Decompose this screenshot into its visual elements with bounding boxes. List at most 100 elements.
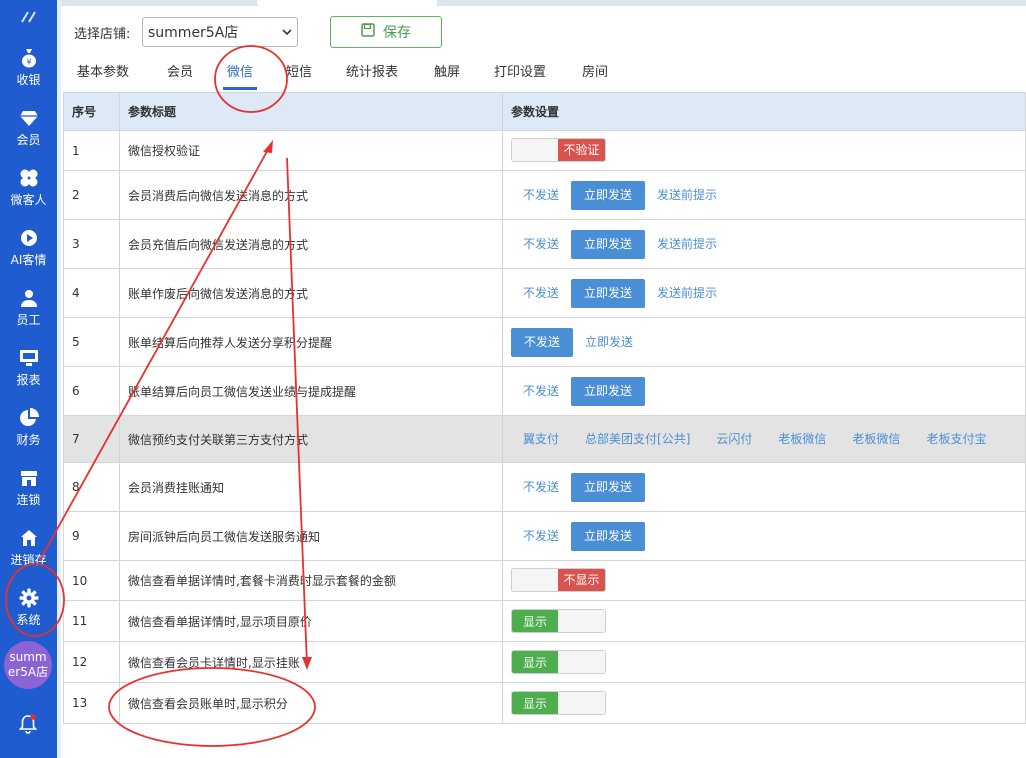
option-group: 不发送 立即发送 (511, 327, 1017, 357)
option-button[interactable]: 立即发送 (571, 229, 646, 259)
sidebar-item-cashier[interactable]: ¥ 收银 (0, 38, 57, 98)
option-button[interactable]: 立即发送 (571, 521, 646, 551)
table-row: 6 账单结算后向员工微信发送业绩与提成提醒 不发送 立即发送 (63, 366, 1026, 416)
option-button[interactable]: 老板支付宝 (914, 425, 998, 454)
sidebar-item-staff[interactable]: 员工 (0, 278, 57, 338)
setting-toggle[interactable]: 显示 (511, 691, 606, 715)
option-button[interactable]: 立即发送 (571, 180, 646, 210)
tab-sms[interactable]: 短信 (286, 56, 312, 90)
option-button[interactable]: 不发送 (511, 230, 571, 259)
row-title: 账单结算后向员工微信发送业绩与提成提醒 (119, 366, 503, 416)
toggle-knob (558, 610, 605, 632)
option-button[interactable]: 立即发送 (571, 472, 646, 502)
row-setting: 不发送 立即发送 发送前提示 (502, 268, 1026, 318)
option-button[interactable]: 不发送 (511, 327, 574, 357)
table-row: 12 微信查看会员卡详情时,显示挂账 显示 (63, 641, 1026, 683)
option-button[interactable]: 立即发送 (573, 328, 645, 357)
row-setting: 不发送 立即发送 (502, 317, 1026, 367)
store-select[interactable]: summer5A店 (142, 17, 298, 47)
save-icon (361, 23, 375, 41)
sidebar-item-inventory[interactable]: 进销存 (0, 518, 57, 578)
sidebar-item-label: 财务 (16, 433, 41, 447)
row-number: 8 (63, 462, 120, 512)
bell-icon[interactable] (16, 712, 40, 736)
sidebar-item-finance[interactable]: 财务 (0, 398, 57, 458)
option-button[interactable]: 不发送 (511, 181, 571, 210)
table-row: 3 会员充值后向微信发送消息的方式 不发送 立即发送 发送前提示 (63, 219, 1026, 269)
table-row: 2 会员消费后向微信发送消息的方式 不发送 立即发送 发送前提示 (63, 170, 1026, 220)
tab-member[interactable]: 会员 (167, 56, 193, 90)
row-setting: 不发送 立即发送 发送前提示 (502, 219, 1026, 269)
row-number: 6 (63, 366, 120, 416)
save-button-label: 保存 (383, 25, 411, 41)
toggle-knob (558, 692, 605, 714)
option-button[interactable]: 翼支付 (511, 425, 571, 454)
sidebar-item-ai[interactable]: AI客情 (0, 218, 57, 278)
avatar[interactable]: summer5A店 (4, 641, 52, 689)
row-setting: 翼支付 总部美团支付[公共] 云闪付 老板微信 老板微信 老板支付宝 (502, 415, 1026, 463)
tab-wechat[interactable]: 微信 (222, 56, 258, 90)
monitor-icon (19, 348, 39, 368)
store-label: 选择店铺: (74, 27, 131, 42)
row-title: 微信查看会员卡详情时,显示挂账 (119, 641, 503, 683)
tab-basic[interactable]: 基本参数 (77, 56, 129, 90)
row-setting: 不显示 (502, 560, 1026, 601)
option-group: 不发送 立即发送 (511, 472, 1017, 502)
save-button[interactable]: 保存 (330, 16, 442, 48)
option-button[interactable]: 发送前提示 (645, 279, 729, 308)
row-title: 账单结算后向推荐人发送分享积分提醒 (119, 317, 503, 367)
option-button[interactable]: 总部美团支付[公共] (573, 425, 702, 454)
option-button[interactable]: 不发送 (511, 473, 571, 502)
option-button[interactable]: 立即发送 (571, 278, 646, 308)
option-button[interactable]: 老板微信 (766, 425, 838, 454)
sidebar-item-chain[interactable]: 连锁 (0, 458, 57, 518)
option-button[interactable]: 立即发送 (571, 376, 646, 406)
sidebar-item-label: AI客情 (10, 253, 47, 267)
setting-toggle[interactable]: 不验证 (511, 137, 606, 162)
row-title: 微信查看单据详情时,套餐卡消费时显示套餐的金额 (119, 560, 503, 601)
store-icon (19, 468, 39, 488)
option-button[interactable]: 不发送 (511, 522, 571, 551)
tab-room[interactable]: 房间 (582, 56, 608, 90)
table-row: 8 会员消费挂账通知 不发送 立即发送 (63, 462, 1026, 512)
option-button[interactable]: 云闪付 (704, 425, 764, 454)
setting-toggle[interactable]: 显示 (511, 650, 606, 674)
row-setting: 显示 (502, 641, 1026, 683)
row-setting: 显示 (502, 600, 1026, 642)
setting-toggle[interactable]: 显示 (511, 609, 606, 633)
row-title: 微信查看单据详情时,显示项目原价 (119, 600, 503, 642)
option-group: 不发送 立即发送 发送前提示 (511, 229, 1017, 259)
option-button[interactable]: 发送前提示 (645, 181, 729, 210)
option-button[interactable]: 发送前提示 (645, 230, 729, 259)
row-setting: 不发送 立即发送 (502, 511, 1026, 561)
tab-print[interactable]: 打印设置 (494, 56, 546, 90)
sidebar-item-wechat-guest[interactable]: 微客人 (0, 158, 57, 218)
option-button[interactable]: 老板微信 (840, 425, 912, 454)
setting-toggle[interactable]: 不显示 (511, 567, 606, 592)
sidebar-item-report[interactable]: 报表 (0, 338, 57, 398)
row-title: 账单作废后向微信发送消息的方式 (119, 268, 503, 318)
table-row: 4 账单作废后向微信发送消息的方式 不发送 立即发送 发送前提示 (63, 268, 1026, 318)
row-number: 3 (63, 219, 120, 269)
table-row: 5 账单结算后向推荐人发送分享积分提醒 不发送 立即发送 (63, 317, 1026, 367)
row-title: 会员消费后向微信发送消息的方式 (119, 170, 503, 220)
toggle-label: 不显示 (558, 568, 605, 591)
sidebar: ¥ 收银 会员 微客人 AI客情 员工 报表 财务 连锁 进销存 系统 summ… (0, 0, 57, 758)
sidebar-item-system[interactable]: 系统 (0, 578, 57, 638)
gear-icon (19, 588, 39, 608)
collapse-icon[interactable] (0, 0, 57, 34)
option-button[interactable]: 不发送 (511, 279, 571, 308)
sidebar-item-member[interactable]: 会员 (0, 98, 57, 158)
row-number: 11 (63, 600, 120, 642)
row-setting: 显示 (502, 682, 1026, 724)
option-button[interactable]: 不发送 (511, 377, 571, 406)
row-number: 12 (63, 641, 120, 683)
tab-touch[interactable]: 触屏 (434, 56, 460, 90)
table-row: 7 微信预约支付关联第三方支付方式 翼支付 总部美团支付[公共] 云闪付 老板微信 老板微信… (63, 415, 1026, 463)
play-circle-icon (19, 228, 39, 248)
tab-stats[interactable]: 统计报表 (346, 56, 398, 90)
row-title: 微信预约支付关联第三方支付方式 (119, 415, 503, 463)
row-setting: 不发送 立即发送 发送前提示 (502, 170, 1026, 220)
params-table: 序号 参数标题 参数设置 1 微信授权验证 不验证 2 会员消费后向微信发送消息的方式不… (63, 92, 1026, 724)
toggle-label: 显示 (512, 651, 558, 673)
